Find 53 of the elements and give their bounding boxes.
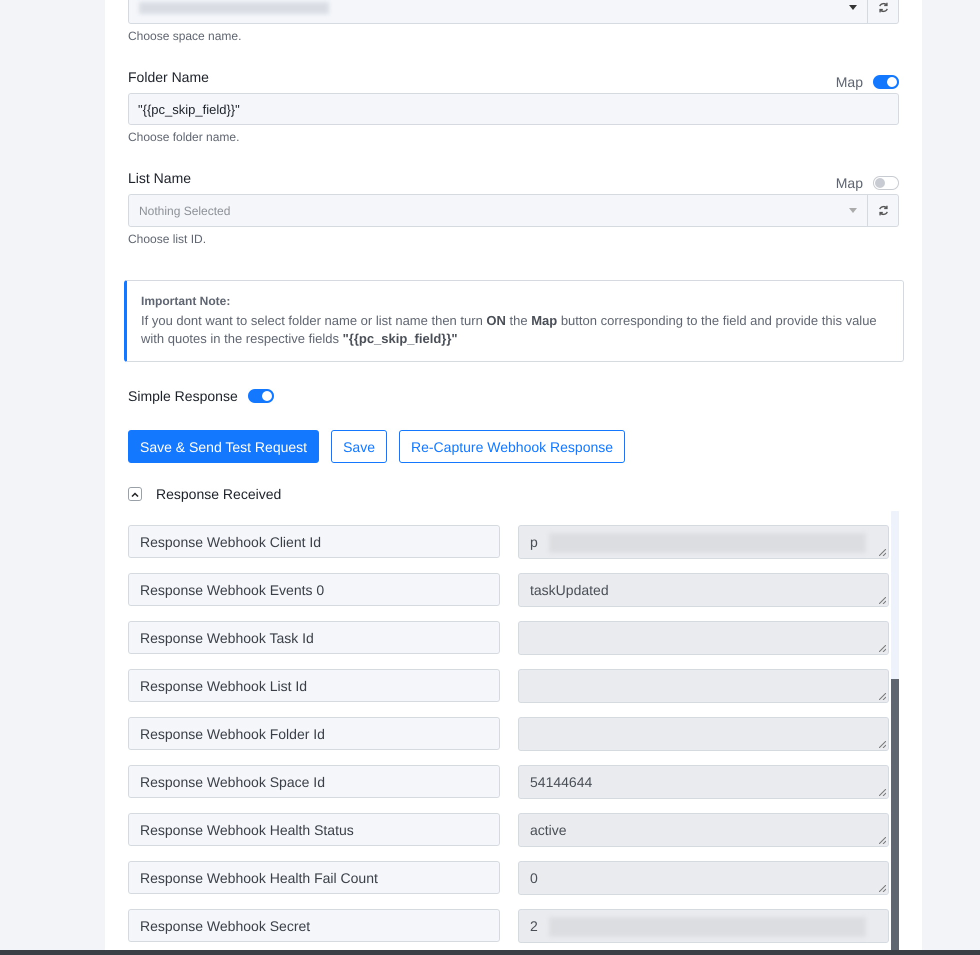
outline-button[interactable]: Re-Capture Webhook Response [399,430,626,463]
send-test-button[interactable]: Save & Send Test Request [128,430,320,463]
field-label: Folder Name [128,69,209,85]
response-value-field[interactable]: 2 [518,909,889,943]
response-key: Response Webhook Task Id [128,621,500,654]
resize-handle-icon[interactable] [879,741,886,748]
outline-button[interactable]: Save [331,430,387,463]
map-label: Map [836,74,863,90]
response-key: Response Webhook Events 0 [128,573,500,606]
response-key: Response Webhook Space Id [128,765,500,798]
resize-handle-icon[interactable] [879,645,886,652]
response-key: Response Webhook Client Id [128,525,500,558]
field-hint: Choose space name. [128,29,242,43]
response-value-field[interactable] [518,621,889,655]
note-title: Important Note: [141,294,232,308]
resize-handle-icon[interactable] [879,693,886,700]
resize-handle-icon[interactable] [879,789,886,796]
response-key: Response Webhook List Id [128,669,500,702]
resize-handle-icon[interactable] [879,885,886,892]
response-value-field[interactable] [518,669,889,703]
response-value-field[interactable]: active [518,813,889,847]
resize-handle-icon[interactable] [879,597,886,604]
field-hint: Choose folder name. [128,130,240,144]
response-value-field[interactable]: taskUpdated [518,573,889,607]
response-value-field[interactable]: p [518,525,889,559]
field-label: List Name [128,170,192,186]
refresh-button[interactable] [868,194,899,227]
simple-response-label: Simple Response [128,388,238,404]
chevron-icon [131,492,139,496]
response-key: Response Webhook Health Fail Count [128,861,500,894]
note-text: If you dont want to select folder name or list name then turn ON the Map button corresponding to the field and provide this value with quotes in the respective fields "{{pc_skip_field}}" [141,312,878,348]
map-label: Map [836,175,863,191]
map-toggle[interactable] [873,75,899,89]
response-key: Response Webhook Secret [128,909,500,942]
response-value-field[interactable] [518,717,889,751]
simple-response-toggle[interactable] [248,389,274,403]
response-value-field[interactable]: 54144644 [518,765,889,799]
response-value-field[interactable]: 0 [518,861,889,895]
resize-handle-icon[interactable] [879,837,886,844]
scrollbar[interactable] [891,511,899,950]
response-key: Response Webhook Health Status [128,813,500,846]
caret-icon [849,5,857,10]
response-key: Response Webhook Folder Id [128,717,500,750]
response-title: Response Received [156,486,282,502]
refresh-icon [878,205,888,216]
map-toggle[interactable] [873,176,899,190]
resize-handle-icon[interactable] [879,549,886,556]
caret-icon [849,208,857,213]
field-hint: Choose list ID. [128,232,208,246]
folder-name-field[interactable]: "{{pc_skip_field}}" [128,93,899,125]
collapse-button[interactable] [128,487,142,501]
refresh-button[interactable] [868,0,899,24]
refresh-icon [878,2,888,13]
